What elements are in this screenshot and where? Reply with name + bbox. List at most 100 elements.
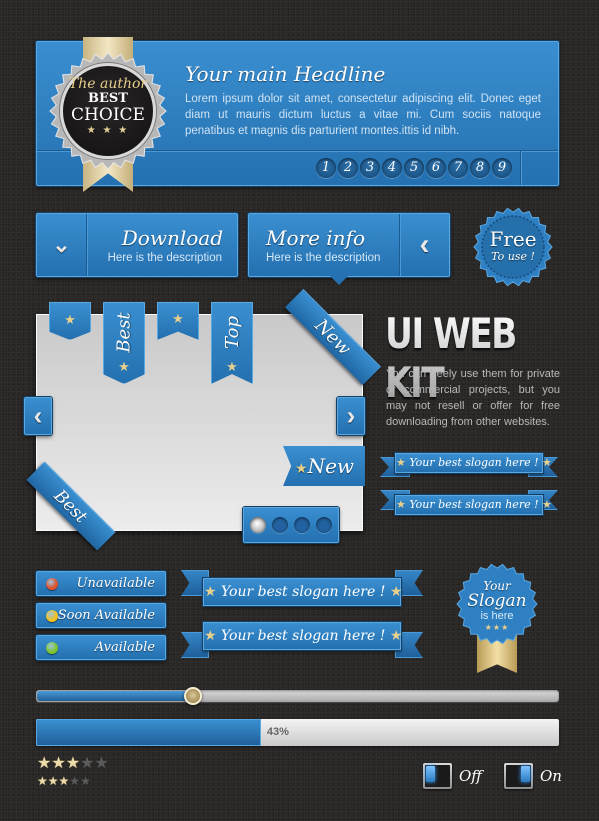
slogan-badge-line-3: is here xyxy=(480,610,514,622)
star-empty-icon[interactable]: ★ xyxy=(80,753,94,773)
chevron-left-icon: ‹ xyxy=(419,228,430,261)
star-filled-icon[interactable]: ★ xyxy=(59,774,70,788)
page-9-button[interactable]: 9 xyxy=(492,158,512,178)
star-icon: ★ xyxy=(118,359,130,374)
bookmark-top-label: Top xyxy=(221,315,243,349)
star-filled-icon[interactable]: ★ xyxy=(37,774,48,788)
toggle-knob xyxy=(521,766,530,782)
progress-fill xyxy=(36,719,261,746)
gallery-pagination-dots xyxy=(243,507,339,543)
star-empty-icon[interactable]: ★ xyxy=(80,774,91,788)
star-filled-icon[interactable]: ★ xyxy=(48,774,59,788)
more-info-button[interactable]: More info Here is the description ‹ xyxy=(248,213,450,277)
slogan-text: Your best slogan here ! xyxy=(221,584,386,600)
slogan-ribbon-small-2: ★ Your best slogan here ! ★ xyxy=(380,490,558,520)
gallery-dot-4[interactable] xyxy=(316,517,332,533)
page-7-button[interactable]: 7 xyxy=(448,158,468,178)
star-icon: ★ xyxy=(64,312,76,327)
bookmark-best-label: Best xyxy=(113,311,135,353)
star-rating-large[interactable]: ★ ★ ★ ★ ★ xyxy=(37,753,109,773)
bookmark-top: Top ★ xyxy=(211,302,253,384)
free-badge-title: Free xyxy=(489,227,537,251)
star-filled-icon[interactable]: ★ xyxy=(66,753,80,773)
kit-description: You can freely use them for private or c… xyxy=(386,368,560,428)
page-1-button[interactable]: 1 xyxy=(316,158,336,178)
status-led-green-icon xyxy=(46,642,58,654)
more-info-icon-cell: ‹ xyxy=(399,214,449,276)
gallery-prev-button[interactable]: ‹ xyxy=(24,397,52,435)
new-flag-label: New xyxy=(307,454,355,478)
status-label: Unavailable xyxy=(76,576,155,591)
chevron-left-icon: ‹ xyxy=(33,400,43,431)
status-unavailable[interactable]: Unavailable xyxy=(36,571,166,596)
slogan-ribbon-small-1: ★ Your best slogan here ! ★ xyxy=(380,453,558,483)
toggle-on[interactable] xyxy=(504,763,533,789)
slogan-ribbon-large-1: ★ Your best slogan here ! ★ xyxy=(181,570,423,608)
star-icon: ★ xyxy=(389,584,403,600)
page-2-button[interactable]: 2 xyxy=(338,158,358,178)
toggle-knob xyxy=(426,766,435,782)
more-info-title: More info xyxy=(266,226,365,250)
star-empty-icon[interactable]: ★ xyxy=(94,753,108,773)
star-icon: ★ xyxy=(396,498,406,511)
progress-bar: 43% xyxy=(36,719,559,746)
status-available[interactable]: Available xyxy=(36,635,166,660)
bookmark-best: Best ★ xyxy=(103,302,145,384)
free-badge: Free To use ! xyxy=(473,227,553,266)
star-icon: ★ xyxy=(396,456,406,469)
page-3-button[interactable]: 3 xyxy=(360,158,380,178)
status-label: Soon Available xyxy=(57,608,155,623)
more-info-description: Here is the description xyxy=(266,252,381,264)
star-filled-icon[interactable]: ★ xyxy=(37,753,51,773)
toggle-on-label: On xyxy=(540,767,562,785)
page-6-button[interactable]: 6 xyxy=(426,158,446,178)
page-8-button[interactable]: 8 xyxy=(470,158,490,178)
star-icon: ★ xyxy=(204,584,217,600)
gallery-dot-1[interactable] xyxy=(250,517,266,533)
status-led-yellow-icon xyxy=(46,610,58,622)
award-badge: The author BEST CHOICE ★ ★ ★ xyxy=(60,63,156,159)
slider-fill xyxy=(37,691,194,701)
star-icon: ★ xyxy=(542,498,552,511)
page-4-button[interactable]: 4 xyxy=(382,158,402,178)
download-button[interactable]: ⌄ Download Here is the description xyxy=(36,213,238,277)
chevron-right-icon: › xyxy=(346,400,356,431)
slogan-badge-line-2: Slogan xyxy=(467,591,527,611)
chevron-down-icon: ⌄ xyxy=(52,232,71,257)
star-icon: ★ xyxy=(542,456,552,469)
slogan-badge-stars-icon: ★★★ xyxy=(484,623,510,632)
star-icon: ★ xyxy=(295,461,308,477)
main-headline: Your main Headline xyxy=(185,62,386,86)
page-5-button[interactable]: 5 xyxy=(404,158,424,178)
pager-divider xyxy=(520,151,521,185)
header-body-text: Lorem ipsum dolor sit amet, consectetur … xyxy=(185,93,541,137)
status-soon-available[interactable]: Soon Available xyxy=(36,603,166,628)
award-stars-icon: ★ ★ ★ xyxy=(86,125,130,136)
download-description: Here is the description xyxy=(107,252,222,264)
star-filled-icon[interactable]: ★ xyxy=(51,753,65,773)
star-icon: ★ xyxy=(172,311,184,326)
gallery-frame xyxy=(36,314,363,531)
new-flag-ribbon: ★New xyxy=(283,446,365,486)
star-empty-icon[interactable]: ★ xyxy=(69,774,80,788)
award-line-1: The author xyxy=(68,76,148,92)
progress-label: 43% xyxy=(266,726,289,738)
award-line-2: BEST xyxy=(88,91,128,106)
star-rating-small[interactable]: ★ ★ ★ ★ ★ xyxy=(37,774,91,788)
star-icon: ★ xyxy=(389,628,403,644)
gallery-dot-2[interactable] xyxy=(272,517,288,533)
slogan-badge: Your Slogan is here ★★★ xyxy=(456,580,538,633)
gallery-dot-3[interactable] xyxy=(294,517,310,533)
star-icon: ★ xyxy=(226,359,238,374)
free-badge-subtitle: To use ! xyxy=(491,250,535,263)
slogan-text: Your best slogan here ! xyxy=(409,498,539,511)
slider-handle[interactable] xyxy=(183,687,202,705)
slider-track[interactable] xyxy=(36,687,559,705)
star-icon: ★ xyxy=(204,628,217,644)
gallery-next-button[interactable]: › xyxy=(337,397,365,435)
slogan-ribbon-large-2: ★ Your best slogan here ! ★ xyxy=(181,622,423,660)
toggle-off-label: Off xyxy=(459,767,482,785)
toggle-off[interactable] xyxy=(423,763,452,789)
status-label: Available xyxy=(94,640,155,655)
download-title: Download xyxy=(121,226,223,250)
